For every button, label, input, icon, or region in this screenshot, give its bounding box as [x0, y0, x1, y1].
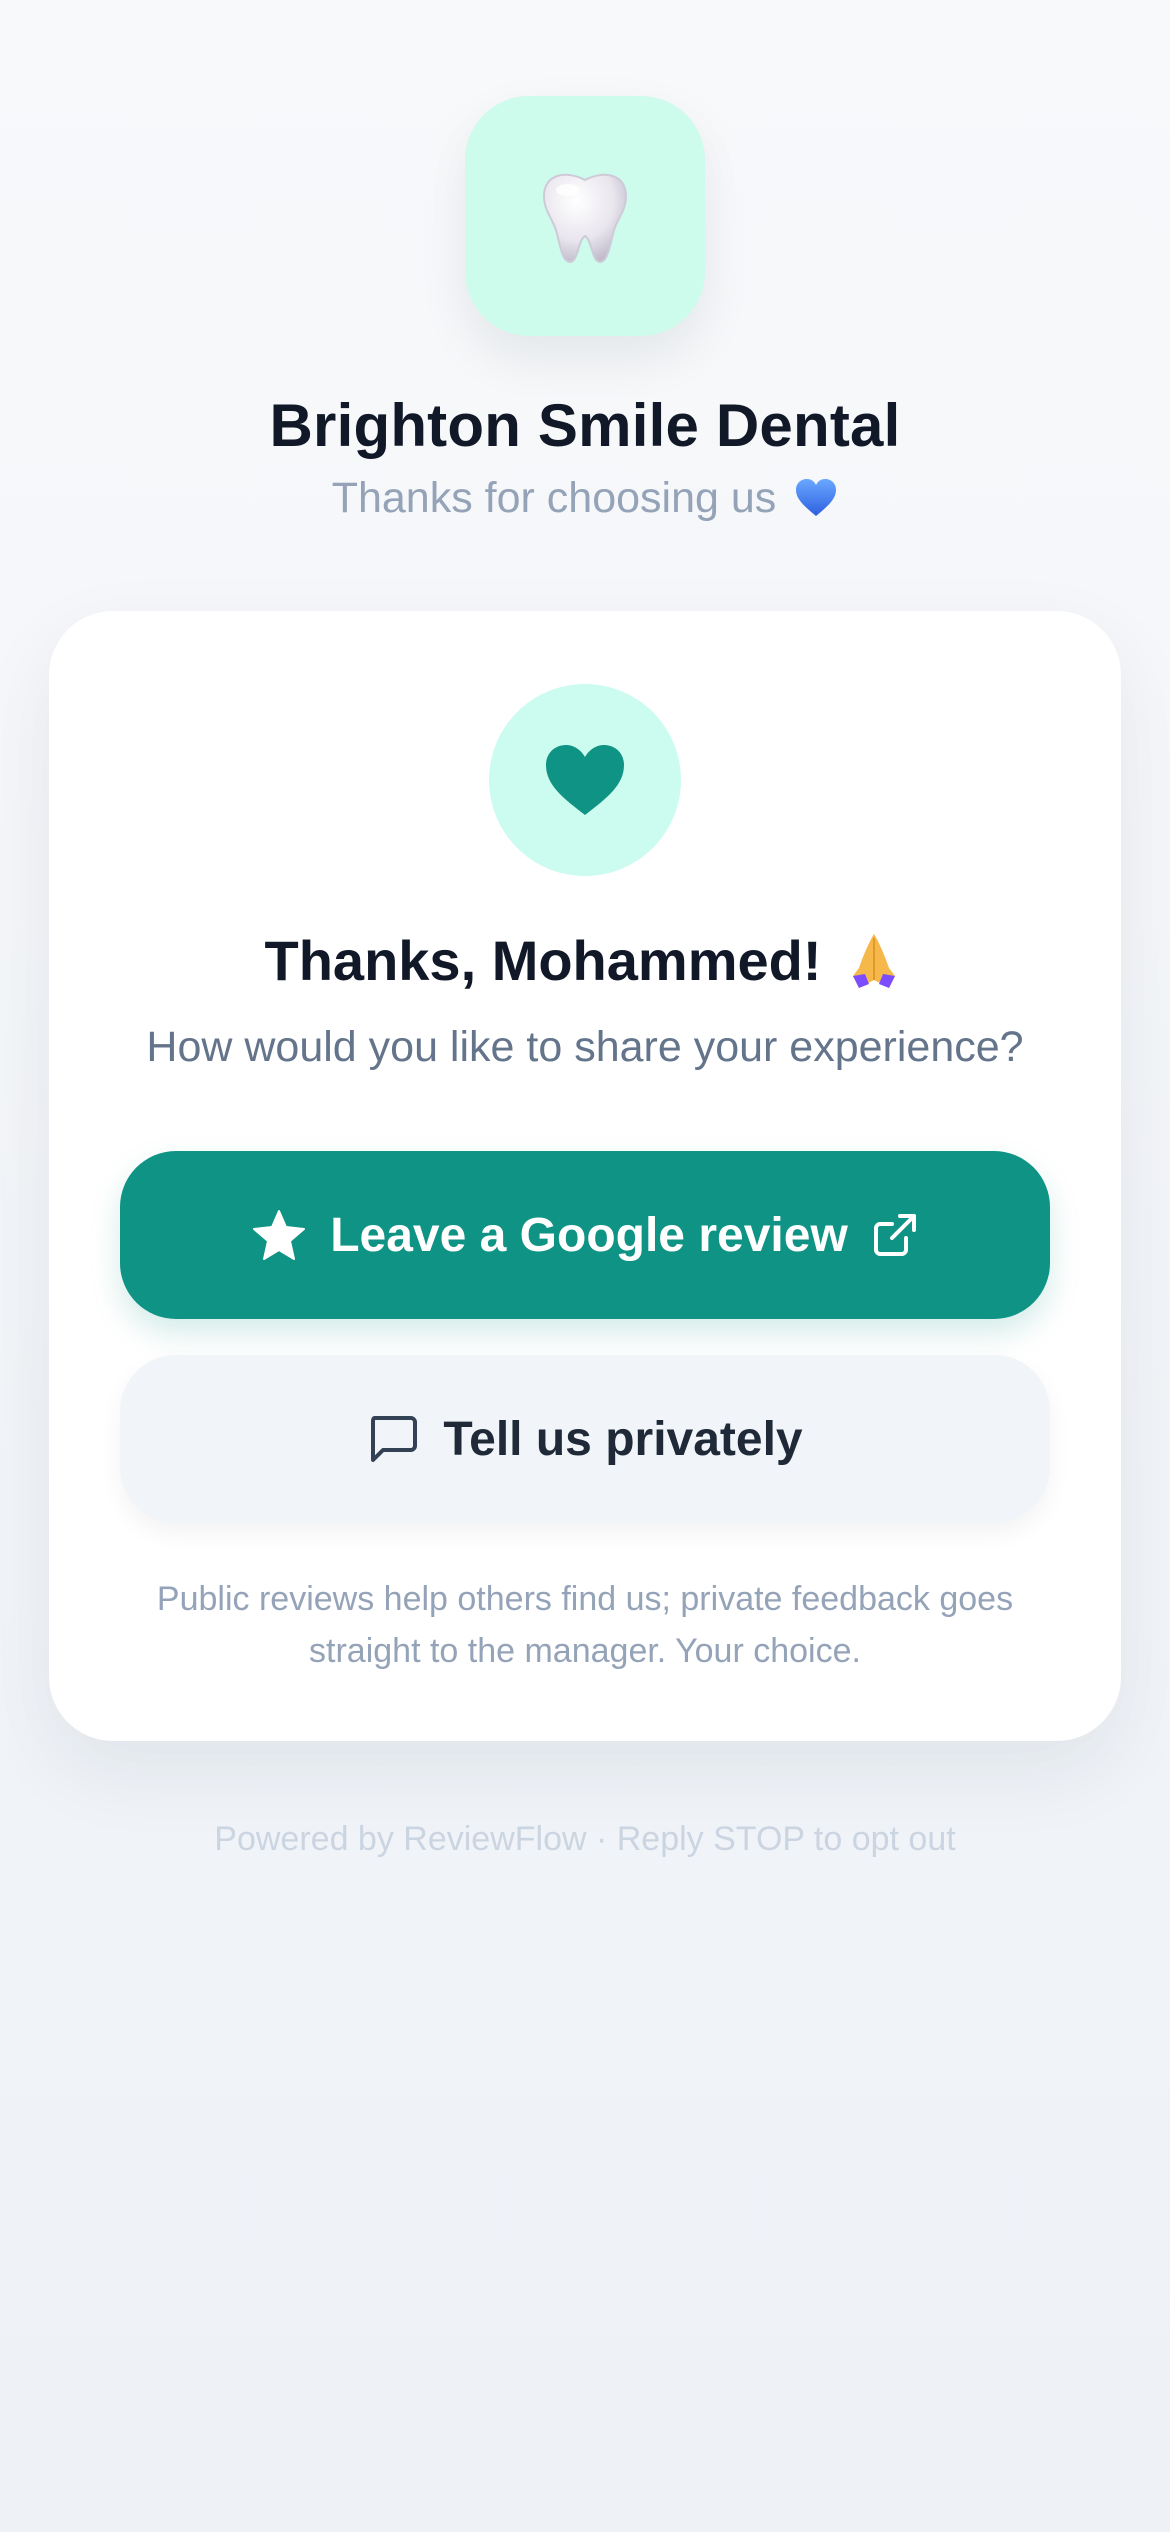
heart-badge	[489, 684, 681, 876]
blue-heart-icon	[796, 479, 837, 516]
clinic-logo	[465, 96, 705, 336]
external-link-icon	[873, 1214, 916, 1256]
star-icon	[253, 1210, 306, 1260]
share-prompt: How would you like to share your experie…	[146, 1023, 1024, 1071]
greeting-row: Thanks, Mohammed!	[49, 921, 1121, 1001]
tooth-icon	[542, 173, 628, 264]
review-choice-card: Thanks, Mohammed! How would you like to …	[49, 611, 1121, 1741]
folded-hands-icon	[853, 934, 896, 988]
private-feedback-label: Tell us privately	[443, 1412, 803, 1466]
google-review-label: Leave a Google review	[330, 1208, 848, 1262]
powered-by-footer: Powered by ReviewFlow · Reply STOP to op…	[214, 1820, 956, 1858]
chat-bubble-icon	[371, 1416, 418, 1462]
heart-icon	[546, 745, 624, 815]
greeting-title: Thanks, Mohammed!	[264, 929, 822, 992]
private-feedback-button[interactable]: Tell us privately	[120, 1355, 1050, 1523]
google-review-button[interactable]: Leave a Google review	[120, 1151, 1050, 1319]
subtitle-text: Thanks for choosing us	[331, 474, 777, 522]
clinic-name: Brighton Smile Dental	[269, 392, 901, 459]
review-footnote: Public reviews help others find us; priv…	[156, 1580, 1014, 1670]
subtitle-row: Thanks for choosing us	[0, 468, 1170, 528]
